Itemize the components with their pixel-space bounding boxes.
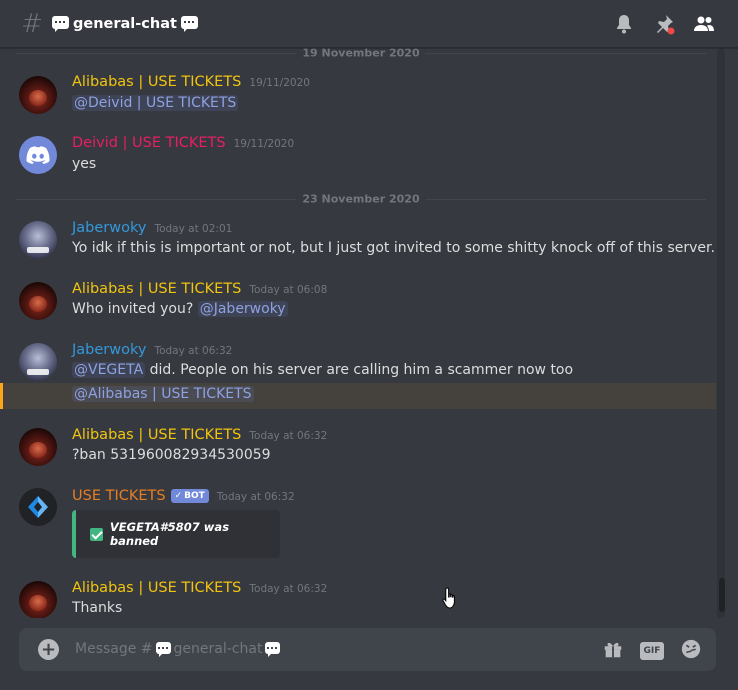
- check-icon: ✓: [174, 491, 183, 501]
- username[interactable]: Deivid | USE TICKETS: [72, 135, 226, 151]
- header-toolbar: [612, 12, 716, 36]
- date-divider: 19 November 2020: [16, 48, 706, 60]
- date-divider: 23 November 2020: [16, 192, 706, 206]
- hand-cursor-icon: [442, 586, 460, 610]
- embed: VEGETA#5807 was banned: [72, 510, 280, 558]
- message-content: ?ban 531960082934530059: [72, 447, 271, 463]
- timestamp: 19/11/2020: [249, 77, 310, 89]
- timestamp: 19/11/2020: [233, 138, 295, 150]
- username[interactable]: Alibabas | USE TICKETS: [72, 74, 241, 90]
- speech-bubble-icon: [180, 16, 198, 32]
- user-mention[interactable]: @VEGETA: [72, 362, 146, 378]
- gif-label: GIF: [643, 646, 661, 656]
- avatar[interactable]: [19, 76, 57, 114]
- members-icon[interactable]: [692, 12, 716, 36]
- composer-toolbar: GIF: [602, 638, 702, 664]
- speech-bubble-icon: [155, 642, 171, 657]
- user-mention[interactable]: @Alibabas | USE TICKETS: [72, 386, 254, 402]
- bot-logo-icon: [28, 496, 48, 518]
- message-text: did. People on his server are calling hi…: [149, 362, 574, 378]
- timestamp: Today at 02:01: [154, 223, 233, 235]
- user-mention[interactable]: @Deivid | USE TICKETS: [72, 95, 239, 111]
- discord-logo-icon: [26, 146, 50, 164]
- username[interactable]: Alibabas | USE TICKETS: [72, 281, 241, 297]
- bell-icon[interactable]: [612, 12, 636, 36]
- gift-icon[interactable]: [602, 638, 624, 664]
- message-content-followup: @Alibabas | USE TICKETS: [72, 386, 254, 402]
- timestamp: Today at 06:32: [216, 491, 295, 503]
- message-input[interactable]: Message # general-chat: [75, 641, 281, 657]
- message-content: Who invited you? @Jaberwoky: [72, 301, 288, 317]
- gif-icon[interactable]: GIF: [640, 642, 664, 660]
- bot-badge: ✓ BOT: [170, 489, 209, 503]
- avatar[interactable]: [19, 221, 57, 259]
- username[interactable]: USE TICKETS: [72, 488, 166, 504]
- message-content: Thanks: [72, 600, 123, 616]
- channel-name: general-chat: [73, 15, 177, 32]
- username[interactable]: Jaberwoky: [72, 220, 146, 236]
- channel-title: general-chat: [52, 16, 198, 32]
- avatar[interactable]: [19, 136, 57, 174]
- timestamp: Today at 06:08: [249, 284, 328, 296]
- username[interactable]: Alibabas | USE TICKETS: [72, 427, 241, 443]
- hash-icon: #: [21, 8, 43, 39]
- message-content: @VEGETA did. People on his server are ca…: [72, 362, 573, 378]
- emoji-icon[interactable]: [680, 638, 702, 664]
- date-divider-label: 19 November 2020: [296, 48, 426, 60]
- message-composer[interactable]: + Message # general-chat GIF: [19, 628, 716, 671]
- avatar[interactable]: [19, 282, 57, 320]
- avatar[interactable]: [19, 428, 57, 466]
- message-content: yes: [72, 156, 97, 172]
- date-divider-label: 23 November 2020: [296, 192, 426, 206]
- timestamp: Today at 06:32: [154, 345, 233, 357]
- timestamp: Today at 06:32: [249, 583, 328, 595]
- username[interactable]: Alibabas | USE TICKETS: [72, 580, 241, 596]
- message-content: Yo idk if this is important or not, but …: [72, 240, 715, 256]
- username[interactable]: Jaberwoky: [72, 342, 146, 358]
- user-mention[interactable]: @Jaberwoky: [197, 301, 288, 317]
- scrollbar-thumb[interactable]: [719, 578, 725, 612]
- message-list[interactable]: 19 November 2020 Alibabas | USE TICKETS …: [0, 48, 722, 618]
- avatar[interactable]: [19, 488, 57, 526]
- avatar[interactable]: [19, 581, 57, 618]
- message-content: @Deivid | USE TICKETS: [72, 95, 239, 111]
- speech-bubble-icon: [52, 16, 69, 32]
- channel-header: # general-chat: [0, 0, 738, 48]
- placeholder-prefix: Message #: [75, 641, 153, 657]
- checkbox-icon: [90, 527, 103, 541]
- speech-bubble-icon: [265, 642, 281, 657]
- placeholder-channel: general-chat: [173, 641, 263, 657]
- message-text: Who invited you?: [72, 301, 194, 317]
- timestamp: Today at 06:32: [249, 430, 328, 442]
- avatar[interactable]: [19, 343, 57, 381]
- bot-badge-label: BOT: [184, 491, 205, 501]
- add-icon[interactable]: +: [38, 639, 59, 660]
- embed-text: VEGETA#5807 was banned: [109, 520, 230, 548]
- pin-icon[interactable]: [652, 12, 676, 36]
- scrollbar-track[interactable]: [717, 48, 725, 618]
